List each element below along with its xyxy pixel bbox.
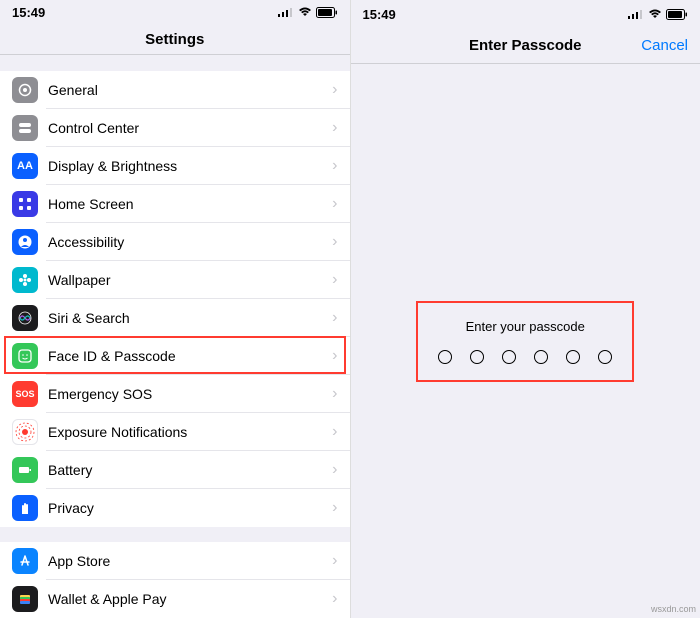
wifi-icon	[648, 9, 662, 19]
row-label: Display & Brightness	[48, 158, 332, 174]
grid-icon	[12, 191, 38, 217]
battery-icon	[316, 7, 338, 18]
settings-list-group1: General›Control Center›AADisplay & Brigh…	[0, 71, 350, 527]
SOS-icon: SOS	[12, 381, 38, 407]
row-label: Exposure Notifications	[48, 424, 332, 440]
row-label: Wallet & Apple Pay	[48, 591, 332, 607]
passcode-dot	[502, 350, 516, 364]
passcode-screen: 15:49 Enter Passcode Cancel Enter your p…	[351, 0, 700, 618]
chevron-right-icon: ›	[332, 309, 337, 327]
settings-row-battery[interactable]: Battery›	[0, 451, 350, 489]
settings-row-privacy[interactable]: Privacy›	[0, 489, 350, 527]
settings-list-group2: App Store›Wallet & Apple Pay›	[0, 542, 350, 618]
row-label: Emergency SOS	[48, 386, 332, 402]
settings-screen: 15:49 Settings General›Control Center›AA…	[0, 0, 351, 618]
row-label: Siri & Search	[48, 310, 332, 326]
page-title: Enter Passcode	[469, 37, 582, 54]
chevron-right-icon: ›	[332, 552, 337, 570]
gear-icon	[12, 77, 38, 103]
row-label: Face ID & Passcode	[48, 348, 332, 364]
wifi-icon	[298, 7, 312, 17]
settings-row-emergency-sos[interactable]: SOS Emergency SOS›	[0, 375, 350, 413]
signal-icon	[628, 9, 644, 19]
row-label: Battery	[48, 462, 332, 478]
settings-row-wallet-apple-pay[interactable]: Wallet & Apple Pay›	[0, 580, 350, 618]
settings-row-siri-search[interactable]: Siri & Search›	[0, 299, 350, 337]
passcode-highlight: Enter your passcode	[416, 301, 634, 382]
chevron-right-icon: ›	[332, 590, 337, 608]
row-label: General	[48, 82, 332, 98]
person-icon	[12, 229, 38, 255]
siri-icon	[12, 305, 38, 331]
passcode-dot	[534, 350, 548, 364]
settings-row-face-id-passcode[interactable]: Face ID & Passcode›	[0, 337, 350, 375]
status-bar: 15:49	[351, 0, 700, 28]
settings-row-general[interactable]: General›	[0, 71, 350, 109]
passcode-dot	[438, 350, 452, 364]
chevron-right-icon: ›	[332, 423, 337, 441]
hand-icon	[12, 495, 38, 521]
status-time: 15:49	[12, 5, 45, 20]
row-label: Accessibility	[48, 234, 332, 250]
settings-row-accessibility[interactable]: Accessibility›	[0, 223, 350, 261]
settings-row-display-brightness[interactable]: AA Display & Brightness›	[0, 147, 350, 185]
status-icons	[278, 7, 338, 18]
flower-icon	[12, 267, 38, 293]
page-title: Settings	[145, 31, 204, 48]
settings-row-control-center[interactable]: Control Center›	[0, 109, 350, 147]
status-icons	[628, 9, 688, 20]
chevron-right-icon: ›	[332, 499, 337, 517]
row-label: Wallpaper	[48, 272, 332, 288]
chevron-right-icon: ›	[332, 81, 337, 99]
cancel-button[interactable]: Cancel	[641, 37, 688, 54]
watermark: wsxdn.com	[651, 604, 696, 614]
appstore-icon	[12, 548, 38, 574]
group-gap	[0, 527, 350, 542]
battery-icon	[12, 457, 38, 483]
nav-bar-passcode: Enter Passcode Cancel	[351, 28, 700, 64]
settings-row-home-screen[interactable]: Home Screen›	[0, 185, 350, 223]
wallet-icon	[12, 586, 38, 612]
chevron-right-icon: ›	[332, 119, 337, 137]
chevron-right-icon: ›	[332, 385, 337, 403]
row-label: Privacy	[48, 500, 332, 516]
row-label: Home Screen	[48, 196, 332, 212]
settings-row-exposure-notifications[interactable]: Exposure Notifications›	[0, 413, 350, 451]
chevron-right-icon: ›	[332, 233, 337, 251]
status-bar: 15:49	[0, 0, 350, 24]
row-label: App Store	[48, 553, 332, 569]
AA-icon: AA	[12, 153, 38, 179]
switches-icon	[12, 115, 38, 141]
chevron-right-icon: ›	[332, 347, 337, 365]
signal-icon	[278, 7, 294, 17]
status-time: 15:49	[363, 7, 396, 22]
settings-row-wallpaper[interactable]: Wallpaper›	[0, 261, 350, 299]
passcode-dots[interactable]	[438, 350, 612, 364]
face-icon	[12, 343, 38, 369]
group-gap	[0, 55, 350, 70]
chevron-right-icon: ›	[332, 195, 337, 213]
chevron-right-icon: ›	[332, 271, 337, 289]
nav-bar-settings: Settings	[0, 24, 350, 55]
exposure-icon	[12, 419, 38, 445]
passcode-dot	[566, 350, 580, 364]
passcode-dot	[470, 350, 484, 364]
row-label: Control Center	[48, 120, 332, 136]
settings-row-app-store[interactable]: App Store›	[0, 542, 350, 580]
chevron-right-icon: ›	[332, 157, 337, 175]
passcode-area: Enter your passcode	[351, 64, 700, 618]
chevron-right-icon: ›	[332, 461, 337, 479]
passcode-dot	[598, 350, 612, 364]
passcode-prompt: Enter your passcode	[438, 319, 612, 334]
battery-icon	[666, 9, 688, 20]
